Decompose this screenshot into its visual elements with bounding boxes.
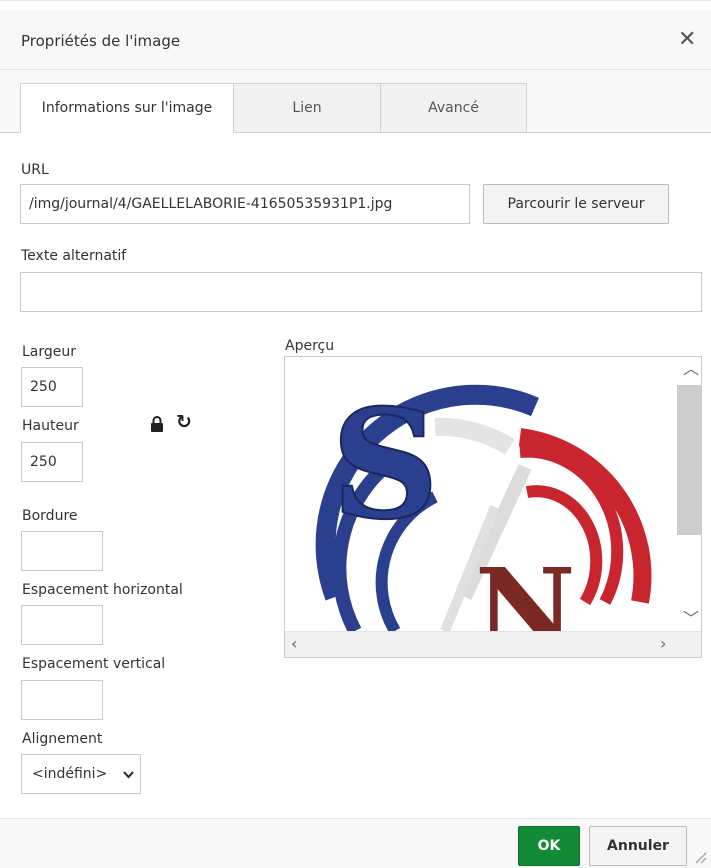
scroll-down-icon[interactable]: ﹀: [683, 611, 699, 627]
alt-text-label: Texte alternatif: [21, 248, 127, 264]
vertical-scrollbar[interactable]: ︿ ﹀: [677, 357, 701, 631]
lock-icon[interactable]: [150, 416, 164, 432]
width-label: Largeur: [22, 344, 77, 360]
scroll-right-icon[interactable]: ›: [660, 636, 666, 652]
width-input[interactable]: 250: [21, 367, 83, 407]
url-label: URL: [21, 162, 49, 178]
horizontal-scrollbar[interactable]: ‹ ›: [285, 631, 701, 657]
svg-text:N: N: [475, 544, 576, 631]
alignment-select[interactable]: <indéfini>: [21, 754, 141, 794]
height-label: Hauteur: [22, 418, 79, 434]
hspace-input[interactable]: [21, 605, 103, 645]
height-input[interactable]: 250: [21, 442, 83, 482]
browse-server-button[interactable]: Parcourir le serveur: [483, 184, 669, 224]
title-bar: Propriétés de l'image ✕: [0, 10, 711, 70]
vertical-scroll-thumb[interactable]: [677, 385, 701, 535]
alignment-selected-value: <indéfini>: [32, 766, 108, 782]
alt-text-input[interactable]: [20, 272, 702, 312]
dialog-title: Propriétés de l'image: [21, 32, 181, 50]
reset-size-icon[interactable]: ↻: [176, 413, 192, 432]
tab-image-info[interactable]: Informations sur l'image: [20, 83, 234, 133]
cancel-button[interactable]: Annuler: [589, 826, 687, 866]
tab-advanced[interactable]: Avancé: [380, 83, 527, 133]
scroll-left-icon[interactable]: ‹: [291, 636, 297, 652]
image-properties-dialog: Propriétés de l'image ✕ Informations sur…: [0, 0, 711, 868]
border-input[interactable]: [21, 531, 103, 571]
svg-text:S: S: [331, 377, 439, 553]
ok-button[interactable]: OK: [518, 826, 580, 866]
tab-link[interactable]: Lien: [233, 83, 381, 133]
chevron-down-icon: [123, 771, 134, 779]
preview-label: Aperçu: [285, 338, 335, 354]
hspace-label: Espacement horizontal: [22, 582, 183, 598]
alignment-label: Alignement: [22, 731, 103, 747]
vspace-input[interactable]: [21, 680, 103, 720]
resize-grip-icon[interactable]: [693, 850, 707, 864]
url-input[interactable]: /img/journal/4/GAELLELABORIE-41650535931…: [20, 184, 470, 224]
scroll-up-icon[interactable]: ︿: [683, 361, 699, 377]
border-label: Bordure: [22, 508, 78, 524]
close-icon[interactable]: ✕: [678, 29, 696, 51]
vspace-label: Espacement vertical: [22, 656, 166, 672]
preview-logo-image: S N: [315, 376, 652, 631]
top-divider: [0, 0, 711, 9]
preview-pane[interactable]: S N ︿ ﹀ ‹ ›: [284, 356, 702, 658]
